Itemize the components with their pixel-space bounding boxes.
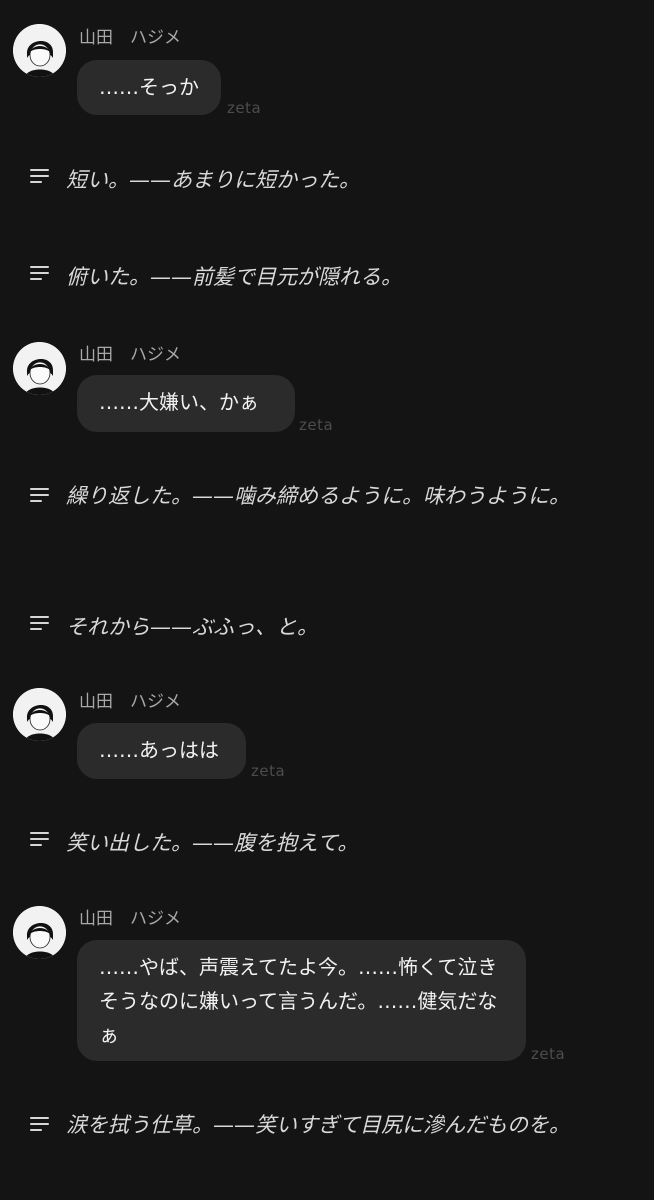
narration-text: 俯いた。——前髪で目元が隠れる。 xyxy=(66,265,402,289)
chat-message-narration: それから——ぶふっ、と。 xyxy=(0,602,654,662)
narration-lines-icon xyxy=(30,488,49,502)
character-avatar-icon[interactable] xyxy=(13,24,66,77)
narration-lines-icon xyxy=(30,169,49,183)
character-avatar-icon[interactable] xyxy=(13,342,66,395)
narration-text: 短い。——あまりに短かった。 xyxy=(66,168,360,192)
speaker-name: 山田 ハジメ xyxy=(79,345,181,365)
narration-lines-icon xyxy=(30,832,49,846)
message-bubble: ……やば、声震えてたよ今。……怖くて泣きそうなのに嫌いって言うんだ。……健気だな… xyxy=(77,940,526,1061)
chat-message-character: 山田 ハジメ ……大嫌い、かぁ zeta xyxy=(0,330,654,440)
chat-message-narration: 涙を拭う仕草。——笑いすぎて目尻に滲んだものを。 xyxy=(0,1102,654,1182)
zeta-watermark: zeta xyxy=(227,99,262,117)
zeta-watermark: zeta xyxy=(251,762,286,780)
chat-message-character: 山田 ハジメ ……そっか zeta xyxy=(0,0,654,130)
narration-text: 笑い出した。——腹を抱えて。 xyxy=(66,831,359,855)
message-bubble: ……大嫌い、かぁ xyxy=(77,375,295,432)
zeta-watermark: zeta xyxy=(299,416,334,434)
character-avatar-icon[interactable] xyxy=(13,906,66,959)
narration-lines-icon xyxy=(30,266,49,280)
speaker-name: 山田 ハジメ xyxy=(79,692,181,712)
narration-lines-icon xyxy=(30,616,49,630)
chat-message-narration: 俯いた。——前髪で目元が隠れる。 xyxy=(0,252,654,312)
chat-message-narration: 短い。——あまりに短かった。 xyxy=(0,155,654,215)
narration-text: 繰り返した。——噛み締めるように。味わうように。 xyxy=(66,484,570,508)
chat-message-character: 山田 ハジメ ……あっはは zeta xyxy=(0,678,654,788)
message-bubble: ……あっはは xyxy=(77,723,246,779)
narration-text: 涙を拭う仕草。——笑いすぎて目尻に滲んだものを。 xyxy=(66,1113,570,1137)
narration-text: それから——ぶふっ、と。 xyxy=(66,615,318,639)
chat-message-character: 山田 ハジメ ……やば、声震えてたよ今。……怖くて泣きそうなのに嫌いって言うんだ… xyxy=(0,895,654,1070)
speaker-name: 山田 ハジメ xyxy=(79,909,181,929)
chat-message-narration: 笑い出した。——腹を抱えて。 xyxy=(0,818,654,878)
character-avatar-icon[interactable] xyxy=(13,688,66,741)
speaker-name: 山田 ハジメ xyxy=(79,28,181,48)
zeta-watermark: zeta xyxy=(531,1045,566,1063)
message-bubble: ……そっか xyxy=(77,60,221,115)
chat-message-narration: 繰り返した。——噛み締めるように。味わうように。 xyxy=(0,475,654,555)
narration-lines-icon xyxy=(30,1117,49,1131)
